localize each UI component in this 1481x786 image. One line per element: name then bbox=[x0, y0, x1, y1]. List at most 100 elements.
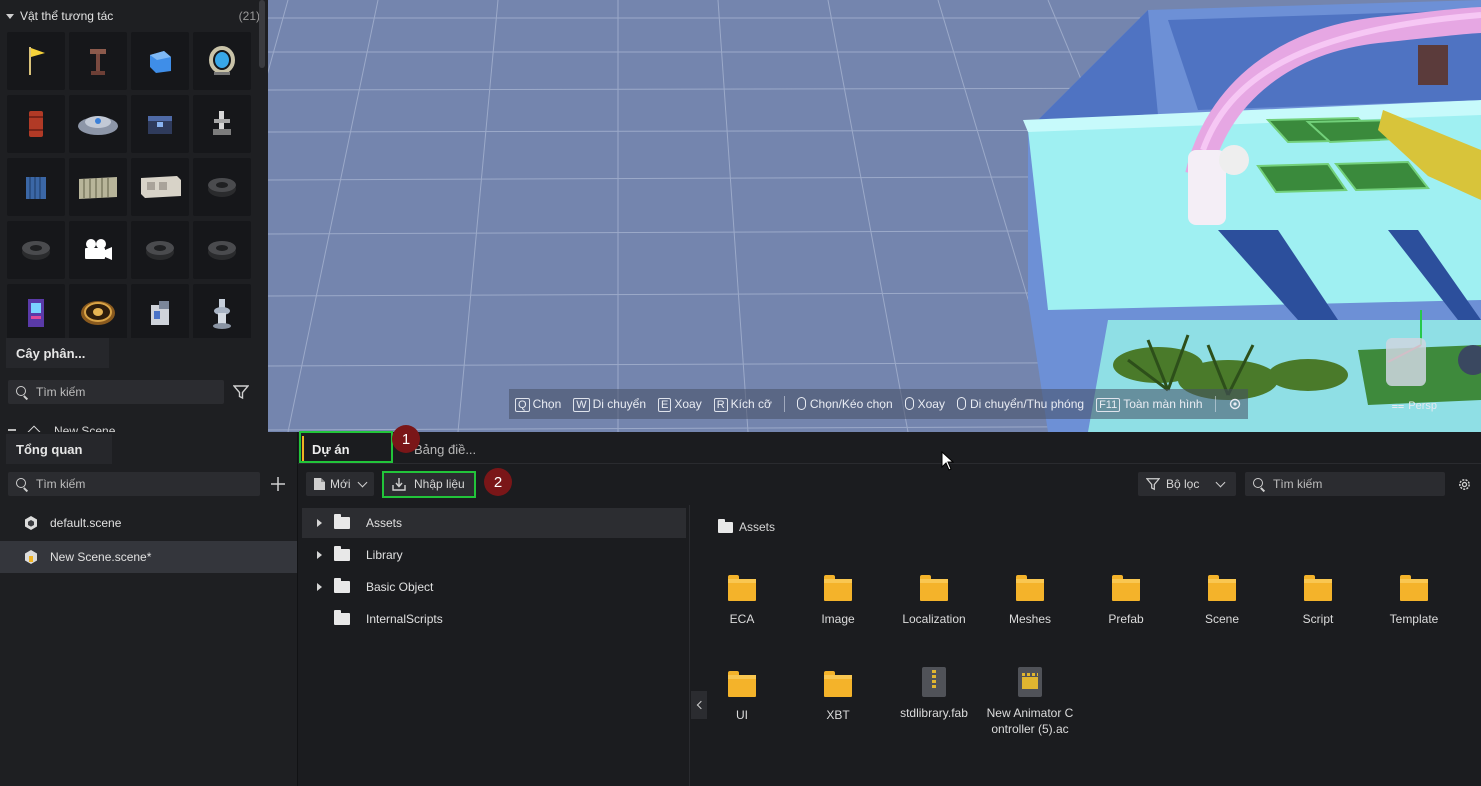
object-tile-portal[interactable] bbox=[193, 32, 251, 90]
filter-icon[interactable] bbox=[233, 384, 249, 400]
add-scene-plus-icon[interactable] bbox=[271, 477, 285, 491]
asset-folder-xbt[interactable]: XBT bbox=[790, 671, 886, 723]
key-hint: R bbox=[713, 397, 728, 412]
asset-file-stdlibrary[interactable]: stdlibrary.fab bbox=[886, 667, 982, 721]
scene-file-icon bbox=[25, 516, 37, 530]
expand-arrow-icon[interactable] bbox=[317, 551, 322, 559]
asset-folder-scene[interactable]: Scene bbox=[1174, 575, 1270, 627]
asset-file-animator-controller[interactable]: New Animator C ontroller (5).ac bbox=[982, 667, 1078, 737]
objects-panel-title: Vật thể tương tác bbox=[20, 9, 114, 23]
folder-icon bbox=[920, 575, 948, 601]
hint-label: Di chuyển/Thu phóng bbox=[969, 397, 1085, 411]
asset-folder-template[interactable]: Template bbox=[1366, 575, 1462, 627]
folder-tree: Assets Library Basic Object InternalScri… bbox=[298, 505, 690, 786]
object-tile-trailer[interactable] bbox=[131, 158, 189, 216]
hierarchy-item-partial[interactable]: New Scene bbox=[8, 424, 115, 432]
scene-item-new-scene[interactable]: New Scene.scene* bbox=[0, 541, 297, 573]
new-asset-dropdown[interactable]: Mới bbox=[306, 472, 374, 496]
scene-item-label: New Scene.scene* bbox=[50, 550, 152, 564]
annotation-badge-2: 2 bbox=[484, 468, 512, 496]
expand-arrow-icon[interactable] bbox=[317, 583, 322, 591]
settings-gear-icon[interactable] bbox=[1228, 397, 1242, 411]
objects-scrollbar[interactable] bbox=[259, 0, 265, 68]
tool-move[interactable]: W Di chuyển bbox=[573, 397, 646, 412]
object-tile-tire[interactable] bbox=[193, 221, 251, 279]
hierarchy-search-input[interactable]: Tìm kiếm bbox=[8, 380, 224, 404]
tab-console[interactable]: Bảng điề... bbox=[414, 436, 476, 462]
persp-icon: ⩵ bbox=[1391, 400, 1405, 412]
tree-item-basic-object[interactable]: Basic Object bbox=[302, 572, 686, 602]
object-tile-fountain[interactable] bbox=[193, 284, 251, 342]
object-tile-container[interactable] bbox=[7, 158, 65, 216]
asset-folder-prefab[interactable]: Prefab bbox=[1078, 575, 1174, 627]
asset-label: Template bbox=[1389, 612, 1439, 626]
persp-toggle[interactable]: ⩵ Persp bbox=[1392, 400, 1437, 413]
asset-folder-ui[interactable]: UI bbox=[694, 671, 790, 723]
scene-item-default[interactable]: default.scene bbox=[0, 507, 297, 539]
asset-label: Image bbox=[821, 612, 855, 626]
settings-gear-icon[interactable] bbox=[1457, 477, 1472, 492]
tree-item-library[interactable]: Library bbox=[302, 540, 686, 570]
object-tile-tire[interactable] bbox=[7, 221, 65, 279]
tool-rotate[interactable]: E Xoay bbox=[658, 397, 702, 412]
tool-fullscreen[interactable]: F11 Toàn màn hình bbox=[1096, 397, 1203, 412]
tab-overview[interactable]: Tổng quan bbox=[6, 434, 112, 464]
object-tile-fence[interactable] bbox=[69, 158, 127, 216]
tool-select[interactable]: Q Chọn bbox=[515, 397, 561, 412]
objects-panel-header[interactable]: Vật thể tương tác (21) bbox=[6, 6, 260, 26]
overview-search-input[interactable]: Tìm kiếm bbox=[8, 472, 260, 496]
object-tile-coin[interactable] bbox=[69, 284, 127, 342]
tool-scale[interactable]: R Kích cỡ bbox=[713, 396, 772, 412]
tab-hierarchy-label: Cây phân... bbox=[16, 345, 86, 361]
collapse-icon bbox=[8, 429, 16, 431]
object-tile-camera[interactable] bbox=[69, 221, 127, 279]
object-tile-robot-arm[interactable] bbox=[193, 95, 251, 153]
object-tile-lamp-post[interactable] bbox=[69, 32, 127, 90]
hierarchy-search-placeholder: Tìm kiếm bbox=[36, 385, 86, 399]
object-tile-ufo-pad[interactable] bbox=[69, 95, 127, 153]
key-hint: E bbox=[658, 397, 672, 412]
tab-hierarchy[interactable]: Cây phân... bbox=[6, 338, 109, 368]
object-tile-flag[interactable] bbox=[7, 32, 65, 90]
new-label: Mới bbox=[330, 477, 351, 491]
object-tile-tire[interactable] bbox=[193, 158, 251, 216]
objects-grid bbox=[7, 32, 255, 342]
collapse-triangle-icon[interactable] bbox=[6, 13, 14, 19]
zip-archive-icon bbox=[922, 667, 946, 697]
project-search-placeholder: Tìm kiếm bbox=[1273, 477, 1323, 491]
viewport-toolbar: Q Chọn W Di chuyển E Xoay R Kích cỡ Chọn/Kéo… bbox=[509, 389, 1248, 419]
tool-label: Di chuyển bbox=[592, 396, 647, 411]
no-arrow-spacer bbox=[317, 615, 322, 623]
object-tile-arcade[interactable] bbox=[7, 284, 65, 342]
asset-label: ECA bbox=[729, 612, 755, 626]
asset-label: Scene bbox=[1204, 612, 1240, 626]
object-tile-blue-cube[interactable] bbox=[131, 32, 189, 90]
annotation-badge-1: 1 bbox=[392, 425, 420, 453]
object-tile-chest[interactable] bbox=[131, 95, 189, 153]
mouse-hint-select: Chọn/Kéo chọn bbox=[796, 397, 893, 411]
tool-label: Kích cỡ bbox=[730, 396, 772, 411]
breadcrumb[interactable]: Assets bbox=[718, 518, 775, 534]
overview-panel: Tổng quan Tìm kiếm default.scene New Sce… bbox=[0, 432, 298, 786]
asset-folder-script[interactable]: Script bbox=[1270, 575, 1366, 627]
asset-folder-meshes[interactable]: Meshes bbox=[982, 575, 1078, 627]
mouse-icon bbox=[904, 397, 914, 410]
badge-number: 1 bbox=[401, 430, 411, 448]
project-search-input[interactable]: Tìm kiếm bbox=[1245, 472, 1445, 496]
filter-dropdown[interactable]: Bộ lọc bbox=[1138, 472, 1236, 496]
scene-viewport[interactable]: Q Chọn W Di chuyển E Xoay R Kích cỡ Chọn/Kéo… bbox=[268, 0, 1481, 432]
folder-icon bbox=[1208, 575, 1236, 601]
asset-folder-localization[interactable]: Localization bbox=[886, 575, 982, 627]
search-icon bbox=[1253, 478, 1265, 490]
object-tile-tire[interactable] bbox=[131, 221, 189, 279]
object-tile-machine[interactable] bbox=[131, 284, 189, 342]
assets-browser: Assets ECA Image Localization Meshes Pre… bbox=[691, 505, 1481, 786]
asset-folder-eca[interactable]: ECA bbox=[694, 575, 790, 627]
object-tile-barrel[interactable] bbox=[7, 95, 65, 153]
tree-item-assets[interactable]: Assets bbox=[302, 508, 686, 538]
asset-folder-image[interactable]: Image bbox=[790, 575, 886, 627]
expand-arrow-icon[interactable] bbox=[317, 519, 322, 527]
tree-item-internal-scripts[interactable]: InternalScripts bbox=[302, 604, 686, 634]
project-tab-bar: Dự án Bảng điề... bbox=[298, 432, 1481, 464]
tree-item-label: Basic Object bbox=[366, 580, 434, 594]
